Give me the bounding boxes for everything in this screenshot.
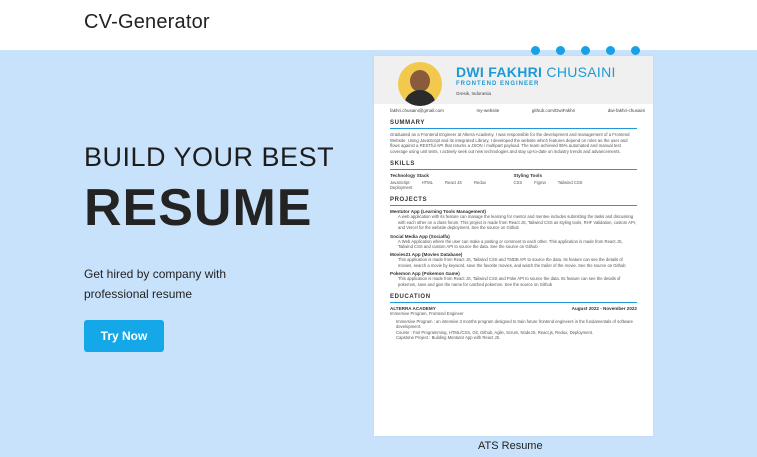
- contact-linkedin: dwi-fakhri-chusaini: [607, 108, 645, 113]
- education-detail: Immersive Program : an intensive 3 month…: [396, 319, 633, 330]
- resume-education-section: EDUCATION ALTERRA ACADEMY August 2022 - …: [374, 294, 653, 341]
- contact-email: fakhri.chusaini@gmail.com: [390, 108, 444, 113]
- brand-logo-text[interactable]: CV-Generator: [84, 11, 210, 34]
- summary-text: Graduated as a Frontend Engineer at Alte…: [390, 132, 630, 154]
- projects-title: PROJECTS: [390, 197, 637, 207]
- hero-headline-line-1: BUILD YOUR BEST: [84, 142, 335, 172]
- resume-name-light: CHUSAINI: [546, 64, 616, 80]
- education-title: EDUCATION: [390, 294, 637, 304]
- summary-title: SUMMARY: [390, 120, 637, 129]
- education-detail: Capstone Project : Building Mentutor App…: [396, 335, 501, 341]
- skill-head: Technology Stack: [390, 173, 429, 179]
- carousel-dots: [531, 46, 640, 55]
- education-period: August 2022 - November 2022: [571, 306, 637, 312]
- project-item: Mentutor App (Learning Tools Management)…: [390, 209, 637, 230]
- education-program: Immersive Program, Frontend Engineer: [390, 311, 464, 317]
- resume-header: DWI FAKHRI CHUSAINI FRONTEND ENGINEER Gr…: [374, 56, 653, 106]
- carousel-dot[interactable]: [556, 46, 565, 55]
- avatar-body: [404, 90, 436, 106]
- resume-meta: Gresik, Indonesia: [456, 91, 491, 96]
- project-desc: A web application with its feature can m…: [398, 214, 637, 231]
- resume-name-bold: DWI FAKHRI: [456, 64, 543, 80]
- resume-location: Gresik, Indonesia: [456, 91, 492, 96]
- project-desc: This application is made from React JS, …: [398, 276, 621, 287]
- skill-head: Styling Tools: [513, 173, 543, 179]
- top-navbar: CV-Generator: [0, 0, 757, 50]
- avatar: [398, 62, 442, 106]
- project-desc: This application is made from React JS, …: [398, 257, 626, 268]
- project-item: Social Media App (Socialfa) A Web Applic…: [390, 234, 637, 250]
- education-details: Immersive Program : an intensive 3 month…: [390, 319, 637, 341]
- resume-name: DWI FAKHRI CHUSAINI: [456, 64, 616, 80]
- skill-column: Styling Tools CSS Figma Tailwind CSS: [514, 173, 638, 190]
- hero-subtext: Get hired by company with professional r…: [84, 267, 227, 301]
- skill-item: HTML: [421, 180, 433, 186]
- avatar-face: [410, 70, 430, 92]
- skill-list: CSS Figma Tailwind CSS: [514, 180, 638, 185]
- skill-item: Tailwind CSS: [557, 180, 583, 186]
- skills-title: SKILLS: [390, 161, 637, 171]
- contact-github: github.com/DwiFakhri: [531, 108, 576, 113]
- resume-projects-section: PROJECTS Mentutor App (Learning Tools Ma…: [374, 197, 653, 287]
- skill-column: Technology Stack JavaScript HTML React J…: [390, 173, 514, 190]
- carousel-dot[interactable]: [631, 46, 640, 55]
- resume-summary-section: SUMMARY Graduated as a Frontend Engineer…: [374, 120, 653, 154]
- resume-role: FRONTEND ENGINEER: [456, 81, 540, 87]
- hero-headline-line-2: RESUME: [84, 179, 313, 237]
- skill-item: Deployment: [390, 185, 413, 191]
- project-item: Movies21 App (Movies Database) This appl…: [390, 252, 637, 268]
- skill-item: CSS: [513, 180, 523, 186]
- project-item: Pokemon App (Pokemon Game) This applicat…: [390, 271, 637, 287]
- skill-list: JavaScript HTML React JS Redux Deploymen…: [390, 180, 514, 190]
- resume-preview-image: DWI FAKHRI CHUSAINI FRONTEND ENGINEER Gr…: [374, 56, 653, 436]
- skills-grid: Technology Stack JavaScript HTML React J…: [390, 173, 637, 190]
- skill-item: React JS: [444, 180, 462, 186]
- carousel-dot[interactable]: [531, 46, 540, 55]
- resume-caption: ATS Resume: [478, 440, 543, 452]
- skill-item: Figma: [534, 180, 546, 186]
- contact-website: my-website: [476, 108, 500, 113]
- try-now-button[interactable]: Try Now: [84, 320, 164, 352]
- carousel-dot[interactable]: [581, 46, 590, 55]
- skill-item: Redux: [473, 180, 487, 186]
- carousel-dot[interactable]: [606, 46, 615, 55]
- resume-skills-section: SKILLS Technology Stack JavaScript HTML …: [374, 161, 653, 190]
- project-desc: A Web Application where the user can mak…: [398, 238, 623, 249]
